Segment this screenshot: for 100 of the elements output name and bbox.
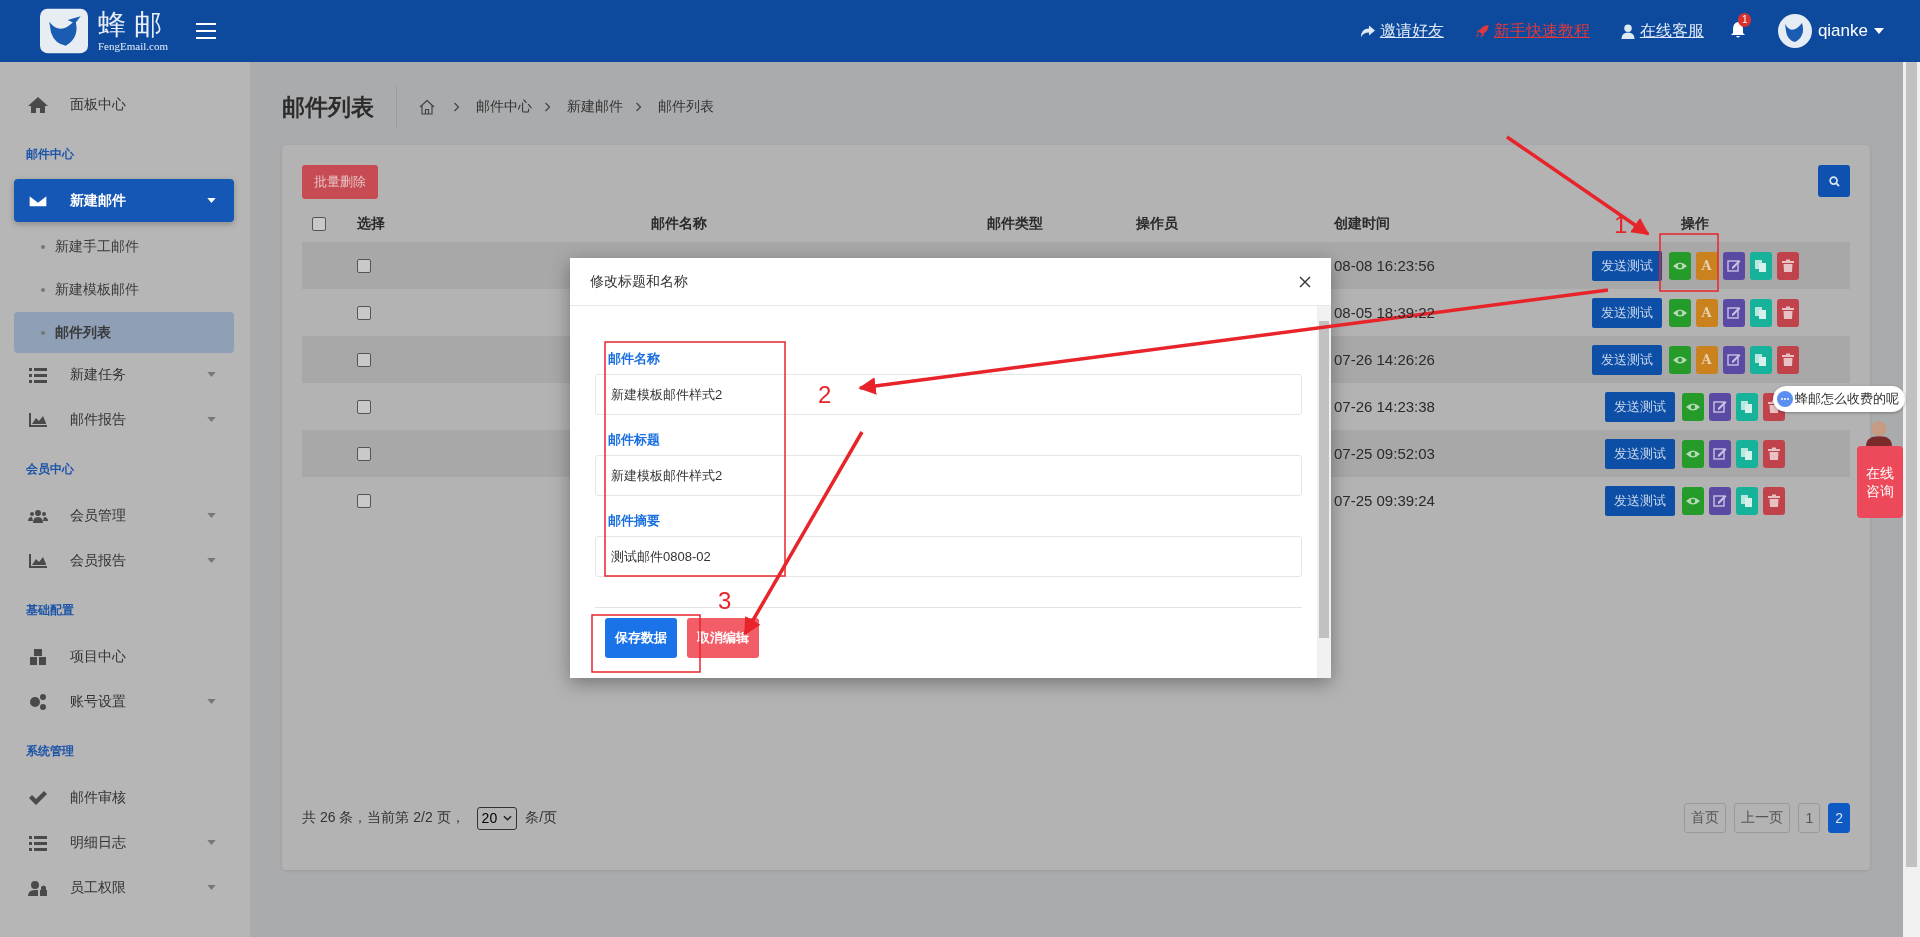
close-icon[interactable] [1299,275,1311,288]
page-size-unit: 条/页 [525,809,558,827]
home-icon[interactable] [419,99,435,115]
eye-icon[interactable] [1668,298,1691,327]
eye-icon[interactable] [1682,439,1704,468]
input-field[interactable]: 测试邮件0808-02 [595,536,1302,577]
copy-icon[interactable] [1736,392,1758,421]
copy-icon[interactable] [1749,345,1772,374]
sidebar-item[interactable]: 邮件审核 [14,776,234,819]
eye-icon[interactable] [1682,392,1704,421]
caret-icon [1874,28,1884,34]
input-field[interactable]: 新建模板邮件样式2 [595,455,1302,496]
page-size-select[interactable]: 20 [476,806,518,830]
trash-icon[interactable] [1763,486,1785,515]
header-link[interactable]: 邀请好友 [1359,20,1444,42]
row-checkbox[interactable] [357,259,371,274]
send-test-button[interactable]: 发送测试 [1591,250,1662,281]
trash-icon[interactable] [1776,345,1799,374]
sidebar-item[interactable]: 会员报告 [14,539,234,582]
row-checkbox[interactable] [357,400,371,415]
breadcrumb-item: 邮件列表 [658,98,714,116]
edit-icon[interactable] [1722,251,1745,280]
copy-icon[interactable] [1736,486,1758,515]
search-button[interactable] [1818,165,1850,197]
rocket-icon [1473,23,1490,39]
trash-icon[interactable] [1763,439,1785,468]
sidebar-item[interactable]: 邮件报告 [14,398,234,441]
page-button[interactable]: 上一页 [1734,803,1791,833]
menu-item-icon [28,365,48,384]
online-consult-button[interactable]: 在线咨询 [1857,446,1903,518]
send-test-button[interactable]: 发送测试 [1605,485,1675,516]
send-test-button[interactable]: 发送测试 [1591,297,1662,328]
logo-subtitle: FengEmail.com [98,40,169,52]
row-checkbox[interactable] [357,494,371,509]
send-test-button[interactable]: 发送测试 [1605,391,1675,422]
send-test-button[interactable]: 发送测试 [1605,438,1675,469]
sidebar-item[interactable]: 面板中心 [14,83,234,126]
row-checkbox[interactable] [357,353,371,368]
edit-icon[interactable] [1722,298,1745,327]
sidebar-item[interactable]: 账号设置 [14,680,234,723]
bird-logo-icon [40,8,88,54]
sidebar-item[interactable]: 会员管理 [14,494,234,537]
chevron-icon [453,102,460,112]
header-link[interactable]: 在线客服 [1619,20,1704,42]
send-test-button[interactable]: 发送测试 [1591,344,1662,375]
field-label: 邮件标题 [608,431,661,449]
created-time: 07-26 14:26:26 [1334,350,1435,368]
copy-icon[interactable] [1749,251,1772,280]
chat-bubble-text: 蜂邮怎么收费的呢 [1795,390,1899,408]
menu-icon[interactable] [196,23,216,39]
user-menu[interactable]: qianke [1817,21,1884,41]
chat-icon [1777,391,1793,407]
chevron-down-icon [503,815,513,821]
chat-bubble[interactable]: 蜂邮怎么收费的呢 [1773,386,1905,412]
page-button[interactable]: 2 [1828,803,1850,833]
scrollbar[interactable] [1317,306,1331,678]
sidebar-item[interactable]: 明细日志 [14,821,234,864]
annotation-number: 2 [818,382,832,408]
save-button[interactable]: 保存数据 [605,618,677,658]
edit-icon[interactable] [1709,486,1731,515]
chevron-icon [544,102,551,112]
menu-item-icon [28,647,48,666]
dialog-title: 修改标题和名称 [590,272,688,291]
edit-icon[interactable] [1722,345,1745,374]
scrollbar[interactable] [1903,62,1920,937]
avatar-icon[interactable] [1777,14,1812,48]
cancel-button[interactable]: 取消编辑 [687,618,759,658]
edit-icon[interactable] [1709,392,1731,421]
column-header: 操作 [1681,214,1709,233]
bulk-delete-button[interactable]: 批量删除 [302,165,378,199]
sidebar-item[interactable]: 新建任务 [14,353,234,396]
eye-icon[interactable] [1668,345,1691,374]
logo-title: 蜂邮 [98,10,170,40]
trash-icon[interactable] [1776,298,1799,327]
sidebar-item[interactable]: 项目中心 [14,635,234,678]
copy-icon[interactable] [1736,439,1758,468]
created-time: 07-25 09:52:03 [1334,444,1435,462]
annotation-box [1659,233,1719,292]
breadcrumb-item[interactable]: 新建邮件 [567,98,623,116]
breadcrumb-item[interactable]: 邮件中心 [476,98,532,116]
eye-icon[interactable] [1682,486,1704,515]
pagination-summary: 共 26 条，当前第 2/2 页， [302,809,465,827]
row-checkbox[interactable] [357,447,371,462]
page-button[interactable]: 首页 [1684,803,1727,833]
sidebar-subitem[interactable]: 新建模板邮件 [14,269,234,310]
row-checkbox[interactable] [357,306,371,321]
trash-icon[interactable] [1776,251,1799,280]
edit-icon[interactable] [1709,439,1731,468]
sidebar-item[interactable]: 员工权限 [14,866,234,909]
sidebar-item[interactable]: 新建邮件 [14,179,234,222]
eye-icon[interactable] [1668,251,1691,280]
page-button[interactable]: 1 [1798,803,1821,833]
sidebar-subitem[interactable]: 新建手工邮件 [14,226,234,267]
copy-icon[interactable] [1749,298,1772,327]
field-label: 邮件摘要 [608,512,661,530]
select-all-checkbox[interactable] [312,217,326,232]
menu-item-icon [28,95,48,114]
column-header: 创建时间 [1334,215,1390,231]
sidebar-subitem[interactable]: 邮件列表 [14,312,234,353]
annotation-number: 1 [1614,212,1628,238]
